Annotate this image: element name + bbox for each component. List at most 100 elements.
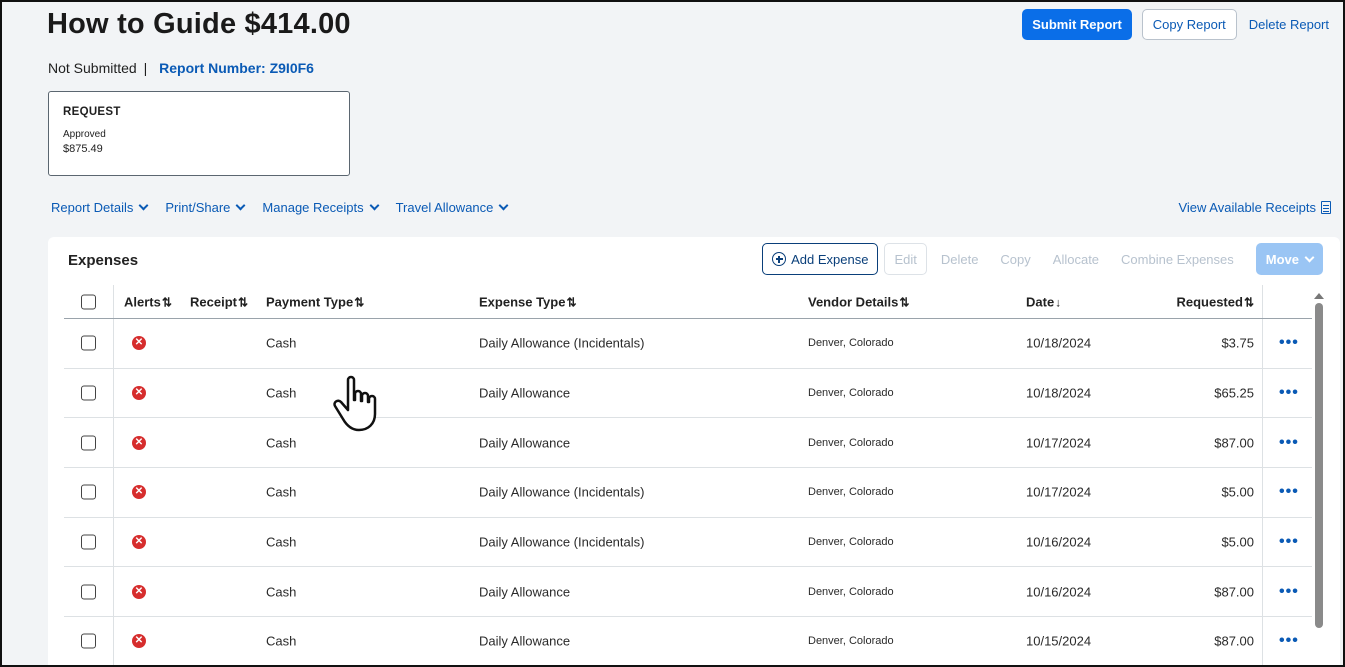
table-row[interactable]: ✕ Cash Daily Allowance Denver, Colorado … [64,617,1312,667]
more-horizontal-icon[interactable]: ••• [1279,583,1299,601]
edit-button[interactable]: Edit [884,243,927,275]
row-checkbox[interactable] [81,385,96,401]
view-receipts-label: View Available Receipts [1178,200,1316,215]
travel-allowance-menu[interactable]: Travel Allowance [396,200,509,215]
table-row[interactable]: ✕ Cash Daily Allowance Denver, Colorado … [64,418,1312,469]
requested-amount-cell: $3.75 [1221,335,1254,351]
date-cell: 10/17/2024 [1026,484,1092,500]
scroll-up-icon[interactable] [1314,293,1324,299]
payment-type-header-label: Payment Type [266,294,354,309]
report-details-menu[interactable]: Report Details [51,200,149,215]
expenses-table: Alerts⇅ Receipt⇅ Payment Type⇅ Expense T… [64,285,1312,667]
more-horizontal-icon[interactable]: ••• [1279,632,1299,650]
allocate-button[interactable]: Allocate [1045,252,1107,267]
date-cell: 10/17/2024 [1026,435,1092,451]
more-horizontal-icon[interactable]: ••• [1279,483,1299,501]
column-divider [1262,617,1263,666]
expense-type-cell: Daily Allowance [479,435,571,451]
alerts-header-label: Alerts [124,294,161,309]
vendor-cell: Denver, Colorado [808,337,894,350]
row-checkbox[interactable] [81,534,96,550]
add-expense-label: Add Expense [791,251,869,267]
report-status: Not Submitted [48,60,137,76]
delete-expense-button[interactable]: Delete [933,252,987,267]
sort-arrows-icon: ⇅ [161,295,172,309]
table-row[interactable]: ✕ Cash Daily Allowance (Incidentals) Den… [64,319,1312,369]
manage-receipts-menu[interactable]: Manage Receipts [262,200,380,215]
expense-type-cell: Daily Allowance (Incidentals) [479,534,645,550]
row-checkbox[interactable] [81,335,96,351]
chevron-down-icon [1304,252,1315,262]
expense-type-column-header[interactable]: Expense Type⇅ [479,294,577,309]
manage-receipts-label: Manage Receipts [262,200,364,215]
select-all-checkbox[interactable] [81,294,96,309]
alert-x-circle-icon[interactable]: ✕ [132,634,146,649]
alert-x-circle-icon[interactable]: ✕ [132,386,146,401]
row-checkbox[interactable] [81,435,96,451]
delete-report-button[interactable]: Delete Report [1247,17,1331,32]
payment-type-cell: Cash [266,633,297,649]
chevron-down-icon [369,200,380,211]
more-horizontal-icon[interactable]: ••• [1279,384,1299,402]
table-scrollbar[interactable] [1312,293,1326,633]
print-share-menu[interactable]: Print/Share [165,200,246,215]
date-cell: 10/18/2024 [1026,335,1092,351]
alert-x-circle-icon[interactable]: ✕ [132,485,146,500]
request-card[interactable]: REQUEST Approved $875.49 [48,91,350,176]
row-checkbox[interactable] [81,633,96,649]
view-available-receipts-link[interactable]: View Available Receipts [1178,200,1331,215]
column-divider [113,368,114,418]
payment-type-cell: Cash [266,534,297,550]
table-row[interactable]: ✕ Cash Daily Allowance (Incidentals) Den… [64,468,1312,518]
column-divider [1262,368,1263,418]
sort-arrows-icon: ⇅ [899,295,910,309]
scroll-thumb[interactable] [1315,303,1323,628]
report-details-label: Report Details [51,200,134,215]
print-share-label: Print/Share [165,200,231,215]
requested-amount-cell: $87.00 [1214,435,1254,451]
submit-report-button[interactable]: Submit Report [1022,9,1132,40]
vendor-cell: Denver, Colorado [808,536,894,549]
date-cell: 10/15/2024 [1026,633,1092,649]
payment-type-column-header[interactable]: Payment Type⇅ [266,294,364,309]
page-title: How to Guide $414.00 [47,8,351,40]
report-number-link[interactable]: Report Number: Z9I0F6 [159,60,314,76]
expense-type-header-label: Expense Type [479,294,566,309]
sort-arrows-icon: ⇅ [1243,295,1254,309]
requested-amount-cell: $5.00 [1221,484,1254,500]
row-checkbox[interactable] [81,484,96,500]
more-horizontal-icon[interactable]: ••• [1279,533,1299,551]
chevron-down-icon [235,200,246,211]
copy-report-button[interactable]: Copy Report [1141,9,1237,40]
column-divider [113,517,114,567]
table-body: ✕ Cash Daily Allowance (Incidentals) Den… [64,319,1312,667]
move-button[interactable]: Move [1255,243,1323,275]
more-horizontal-icon[interactable]: ••• [1279,434,1299,452]
payment-type-cell: Cash [266,484,297,500]
date-column-header[interactable]: Date↓ [1026,294,1061,309]
receipt-header-label: Receipt [190,294,237,309]
column-divider [113,567,114,617]
receipt-column-header[interactable]: Receipt⇅ [190,294,248,309]
alert-x-circle-icon[interactable]: ✕ [132,584,146,599]
copy-expense-button[interactable]: Copy [992,252,1038,267]
table-row[interactable]: ✕ Cash Daily Allowance Denver, Colorado … [64,567,1312,618]
more-horizontal-icon[interactable]: ••• [1279,334,1299,352]
vendor-column-header[interactable]: Vendor Details⇅ [808,294,909,309]
table-row[interactable]: ✕ Cash Daily Allowance Denver, Colorado … [64,368,1312,419]
payment-type-cell: Cash [266,584,297,600]
requested-column-header[interactable]: Requested⇅ [1176,294,1254,309]
table-row[interactable]: ✕ Cash Daily Allowance (Incidentals) Den… [64,517,1312,568]
alert-x-circle-icon[interactable]: ✕ [132,535,146,550]
alert-x-circle-icon[interactable]: ✕ [132,435,146,450]
add-expense-button[interactable]: Add Expense [762,243,879,275]
column-divider [113,418,114,468]
alerts-column-header[interactable]: Alerts⇅ [124,294,172,309]
move-label: Move [1265,251,1299,267]
alert-x-circle-icon[interactable]: ✕ [132,336,146,351]
column-divider [1262,319,1263,368]
row-checkbox[interactable] [81,584,96,600]
combine-expenses-button[interactable]: Combine Expenses [1113,252,1242,267]
requested-amount-cell: $5.00 [1221,534,1254,550]
expense-type-cell: Daily Allowance [479,385,571,401]
